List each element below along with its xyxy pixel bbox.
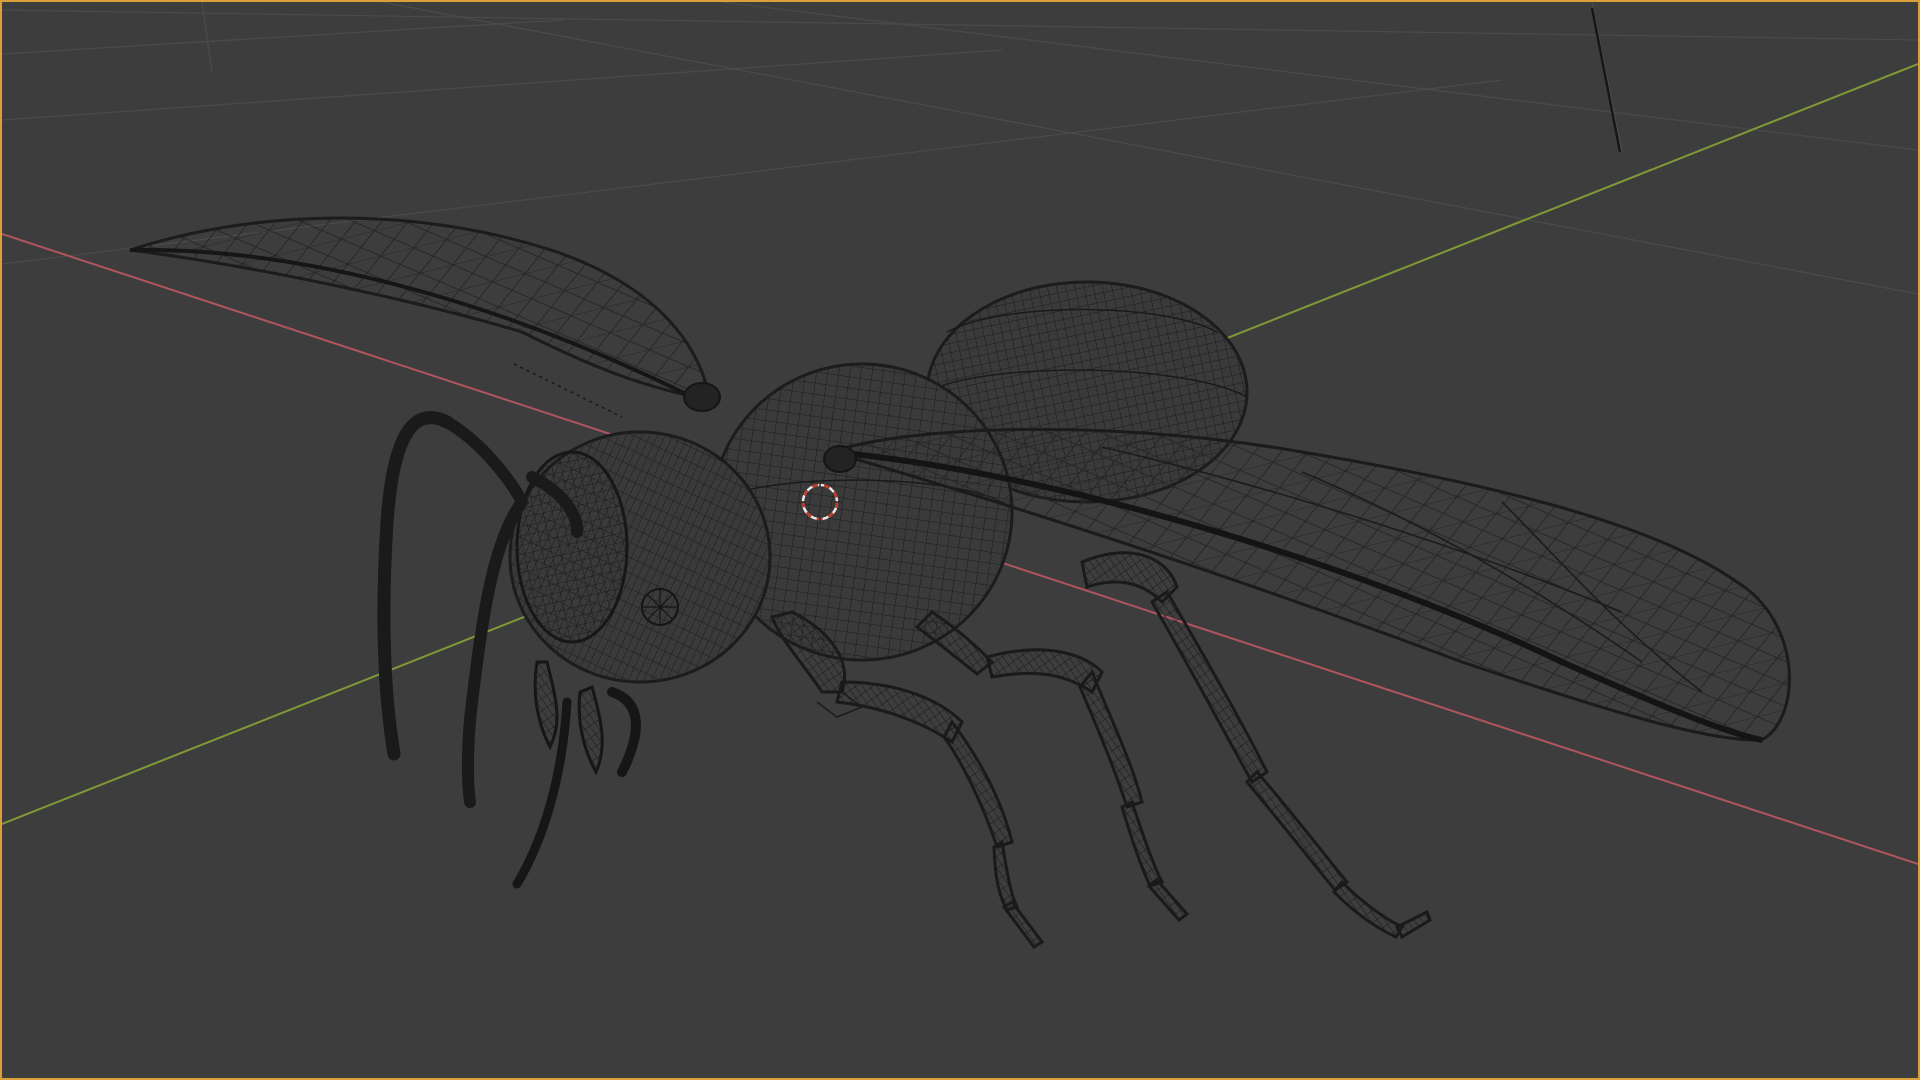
proboscis [607, 687, 641, 777]
viewport-canvas[interactable] [2, 2, 1918, 1078]
wing-joint-left [683, 382, 721, 412]
right-antenna [441, 416, 530, 808]
wasp-model[interactable] [129, 216, 1791, 950]
left-antenna [377, 411, 454, 761]
mandible-left [533, 660, 559, 751]
3d-viewport[interactable] [0, 0, 1920, 1080]
mandible-right [577, 684, 604, 776]
grid-dark-line [1590, 7, 1622, 153]
wing-joint-right [823, 445, 857, 473]
left-wing[interactable] [129, 216, 712, 402]
